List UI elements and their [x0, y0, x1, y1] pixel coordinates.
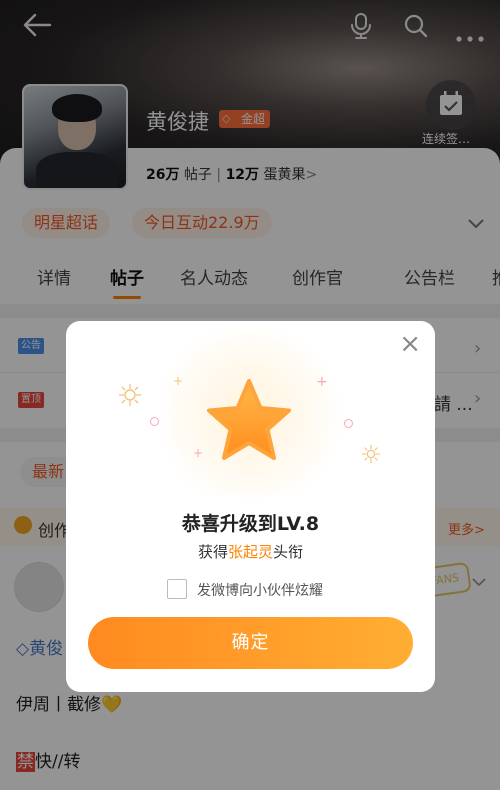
dot-sparkle-icon — [150, 417, 159, 426]
dialog-subtitle: 获得张起灵头衔 — [66, 541, 435, 562]
sparkle-icon — [118, 383, 142, 407]
share-checkbox[interactable] — [167, 579, 187, 599]
sparkle-icon — [360, 443, 382, 465]
dot-sparkle-icon — [344, 419, 353, 428]
share-label[interactable]: 发微博向小伙伴炫耀 — [197, 580, 323, 600]
dialog-title: 恭喜升级到LV.8 — [181, 513, 320, 535]
confirm-button[interactable]: 确定 — [88, 617, 413, 669]
plus-sparkle-icon: + — [316, 374, 328, 390]
subtitle-suffix: 头衔 — [273, 543, 304, 561]
plus-sparkle-icon: + — [173, 374, 184, 388]
title-highlight: 张起灵 — [227, 543, 273, 561]
subtitle-prefix: 获得 — [197, 543, 228, 561]
close-icon[interactable]: × — [399, 331, 421, 357]
star-icon — [207, 379, 291, 460]
level-up-dialog: × + + + 恭喜升级到LV.8 获得张起灵头衔 发微博向小伙伴炫耀 确定 — [66, 321, 435, 692]
